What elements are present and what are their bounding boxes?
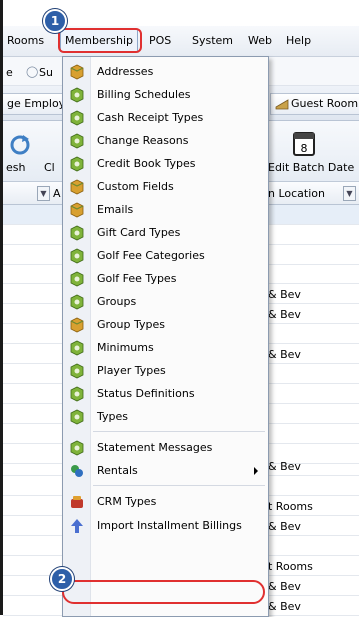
menu-item-change-reasons[interactable]: Change Reasons xyxy=(63,130,268,152)
menu-item-label: Addresses xyxy=(97,65,154,78)
menu-item-label: Group Types xyxy=(97,318,165,331)
menu-membership[interactable]: Membership xyxy=(60,29,138,52)
menu-item-label: Rentals xyxy=(97,464,138,477)
menu-item-label: Statement Messages xyxy=(97,441,213,454)
menu-item-label: Change Reasons xyxy=(97,134,189,147)
menu-item-gift-card-types[interactable]: Gift Card Types xyxy=(63,222,268,244)
location-cell: & Bev xyxy=(268,308,301,321)
groups-icon xyxy=(69,294,85,310)
menu-pos[interactable]: POS xyxy=(149,34,171,47)
shortcut-icon[interactable]: ◯ xyxy=(26,65,38,78)
menu-item-player-types[interactable]: Player Types xyxy=(63,360,268,382)
step-2-callout: 2 xyxy=(50,567,74,591)
statement-messages-icon xyxy=(69,440,85,456)
toolbar-su-label[interactable]: Su xyxy=(39,66,53,79)
column-filter-button[interactable]: ▼ xyxy=(37,186,50,201)
menu-item-groups[interactable]: Groups xyxy=(63,291,268,313)
refresh-label[interactable]: esh xyxy=(6,161,25,174)
menu-item-status-definitions[interactable]: Status Definitions xyxy=(63,383,268,405)
menu-item-label: CRM Types xyxy=(97,495,157,508)
menu-item-label: Import Installment Billings xyxy=(97,519,242,532)
menu-help[interactable]: Help xyxy=(286,34,311,47)
menu-item-label: Minimums xyxy=(97,341,154,354)
location-cell: & Bev xyxy=(268,580,301,593)
location-cell: t Rooms xyxy=(268,560,313,573)
addresses-icon xyxy=(69,64,85,80)
player-types-icon xyxy=(69,363,85,379)
edit-batch-date-icon[interactable]: 8 xyxy=(291,129,317,157)
menu-separator xyxy=(93,485,265,486)
menu-item-types[interactable]: Types xyxy=(63,406,268,428)
menu-item-credit-book-types[interactable]: Credit Book Types xyxy=(63,153,268,175)
types-icon xyxy=(69,409,85,425)
location-cell: t Rooms xyxy=(268,500,313,513)
tab-employee[interactable]: ge Employ xyxy=(3,93,71,115)
tab-guest-room-label: Guest Room D xyxy=(291,97,359,110)
column-a-header[interactable]: A xyxy=(53,187,61,200)
emails-icon xyxy=(69,202,85,218)
credit-book-types-icon xyxy=(69,156,85,172)
menu-item-label: Credit Book Types xyxy=(97,157,196,170)
menu-item-import-installment-billings[interactable]: Import Installment Billings xyxy=(63,515,268,537)
menu-item-billing-schedules[interactable]: Billing Schedules xyxy=(63,84,268,106)
svg-text:8: 8 xyxy=(301,142,308,155)
menu-item-minimums[interactable]: Minimums xyxy=(63,337,268,359)
menu-item-crm-types[interactable]: CRM Types xyxy=(63,491,268,513)
menu-item-label: Custom Fields xyxy=(97,180,174,193)
guest-room-icon xyxy=(275,99,289,110)
menu-item-label: Status Definitions xyxy=(97,387,195,400)
menu-item-label: Golf Fee Types xyxy=(97,272,177,285)
billing-schedules-icon xyxy=(69,87,85,103)
submenu-arrow-icon xyxy=(254,467,258,475)
menu-item-label: Player Types xyxy=(97,364,166,377)
menu-item-label: Billing Schedules xyxy=(97,88,191,101)
menu-rooms[interactable]: Rooms xyxy=(7,34,44,47)
rentals-icon xyxy=(69,463,85,479)
group-types-icon xyxy=(69,317,85,333)
menu-item-label: Types xyxy=(97,410,128,423)
tab-guest-room[interactable]: Guest Room D xyxy=(270,93,359,115)
membership-menu: Addresses Billing Schedules Cash Receipt T… xyxy=(62,56,269,617)
menu-web[interactable]: Web xyxy=(248,34,272,47)
change-reasons-icon xyxy=(69,133,85,149)
location-cell: & Bev xyxy=(268,520,301,533)
location-filter-button[interactable]: ▼ xyxy=(343,186,356,201)
golf-fee-types-icon xyxy=(69,271,85,287)
crm-types-icon xyxy=(69,494,85,510)
toolbar-text: e xyxy=(6,66,13,79)
menu-item-label: Golf Fee Categories xyxy=(97,249,205,262)
import-installment-billings-icon xyxy=(69,518,85,534)
location-cell: & Bev xyxy=(268,460,301,473)
menu-separator xyxy=(93,431,265,432)
status-definitions-icon xyxy=(69,386,85,402)
menu-item-custom-fields[interactable]: Custom Fields xyxy=(63,176,268,198)
minimums-icon xyxy=(69,340,85,356)
menu-item-label: Emails xyxy=(97,203,134,216)
location-column-header[interactable]: n Location xyxy=(268,187,325,200)
cash-receipt-types-icon xyxy=(69,110,85,126)
gift-card-types-icon xyxy=(69,225,85,241)
menu-item-label: Groups xyxy=(97,295,137,308)
custom-fields-icon xyxy=(69,179,85,195)
menu-item-rentals[interactable]: Rentals xyxy=(63,460,268,482)
menu-item-golf-fee-types[interactable]: Golf Fee Types xyxy=(63,268,268,290)
edit-batch-date-label[interactable]: Edit Batch Date xyxy=(268,161,354,174)
menu-item-label: Cash Receipt Types xyxy=(97,111,204,124)
menu-item-statement-messages[interactable]: Statement Messages xyxy=(63,437,268,459)
menu-item-golf-fee-categories[interactable]: Golf Fee Categories xyxy=(63,245,268,267)
menu-item-emails[interactable]: Emails xyxy=(63,199,268,221)
step-1-callout: 1 xyxy=(43,9,67,33)
menu-item-addresses[interactable]: Addresses xyxy=(63,61,268,83)
golf-fee-categories-icon xyxy=(69,248,85,264)
refresh-icon[interactable] xyxy=(9,133,31,157)
location-cell: & Bev xyxy=(268,600,301,613)
menu-item-cash-receipt-types[interactable]: Cash Receipt Types xyxy=(63,107,268,129)
menu-system[interactable]: System xyxy=(192,34,233,47)
menu-item-group-types[interactable]: Group Types xyxy=(63,314,268,336)
menu-item-label: Gift Card Types xyxy=(97,226,181,239)
location-cell: & Bev xyxy=(268,288,301,301)
location-cell: & Bev xyxy=(268,348,301,361)
clear-label[interactable]: Cl xyxy=(44,161,55,174)
